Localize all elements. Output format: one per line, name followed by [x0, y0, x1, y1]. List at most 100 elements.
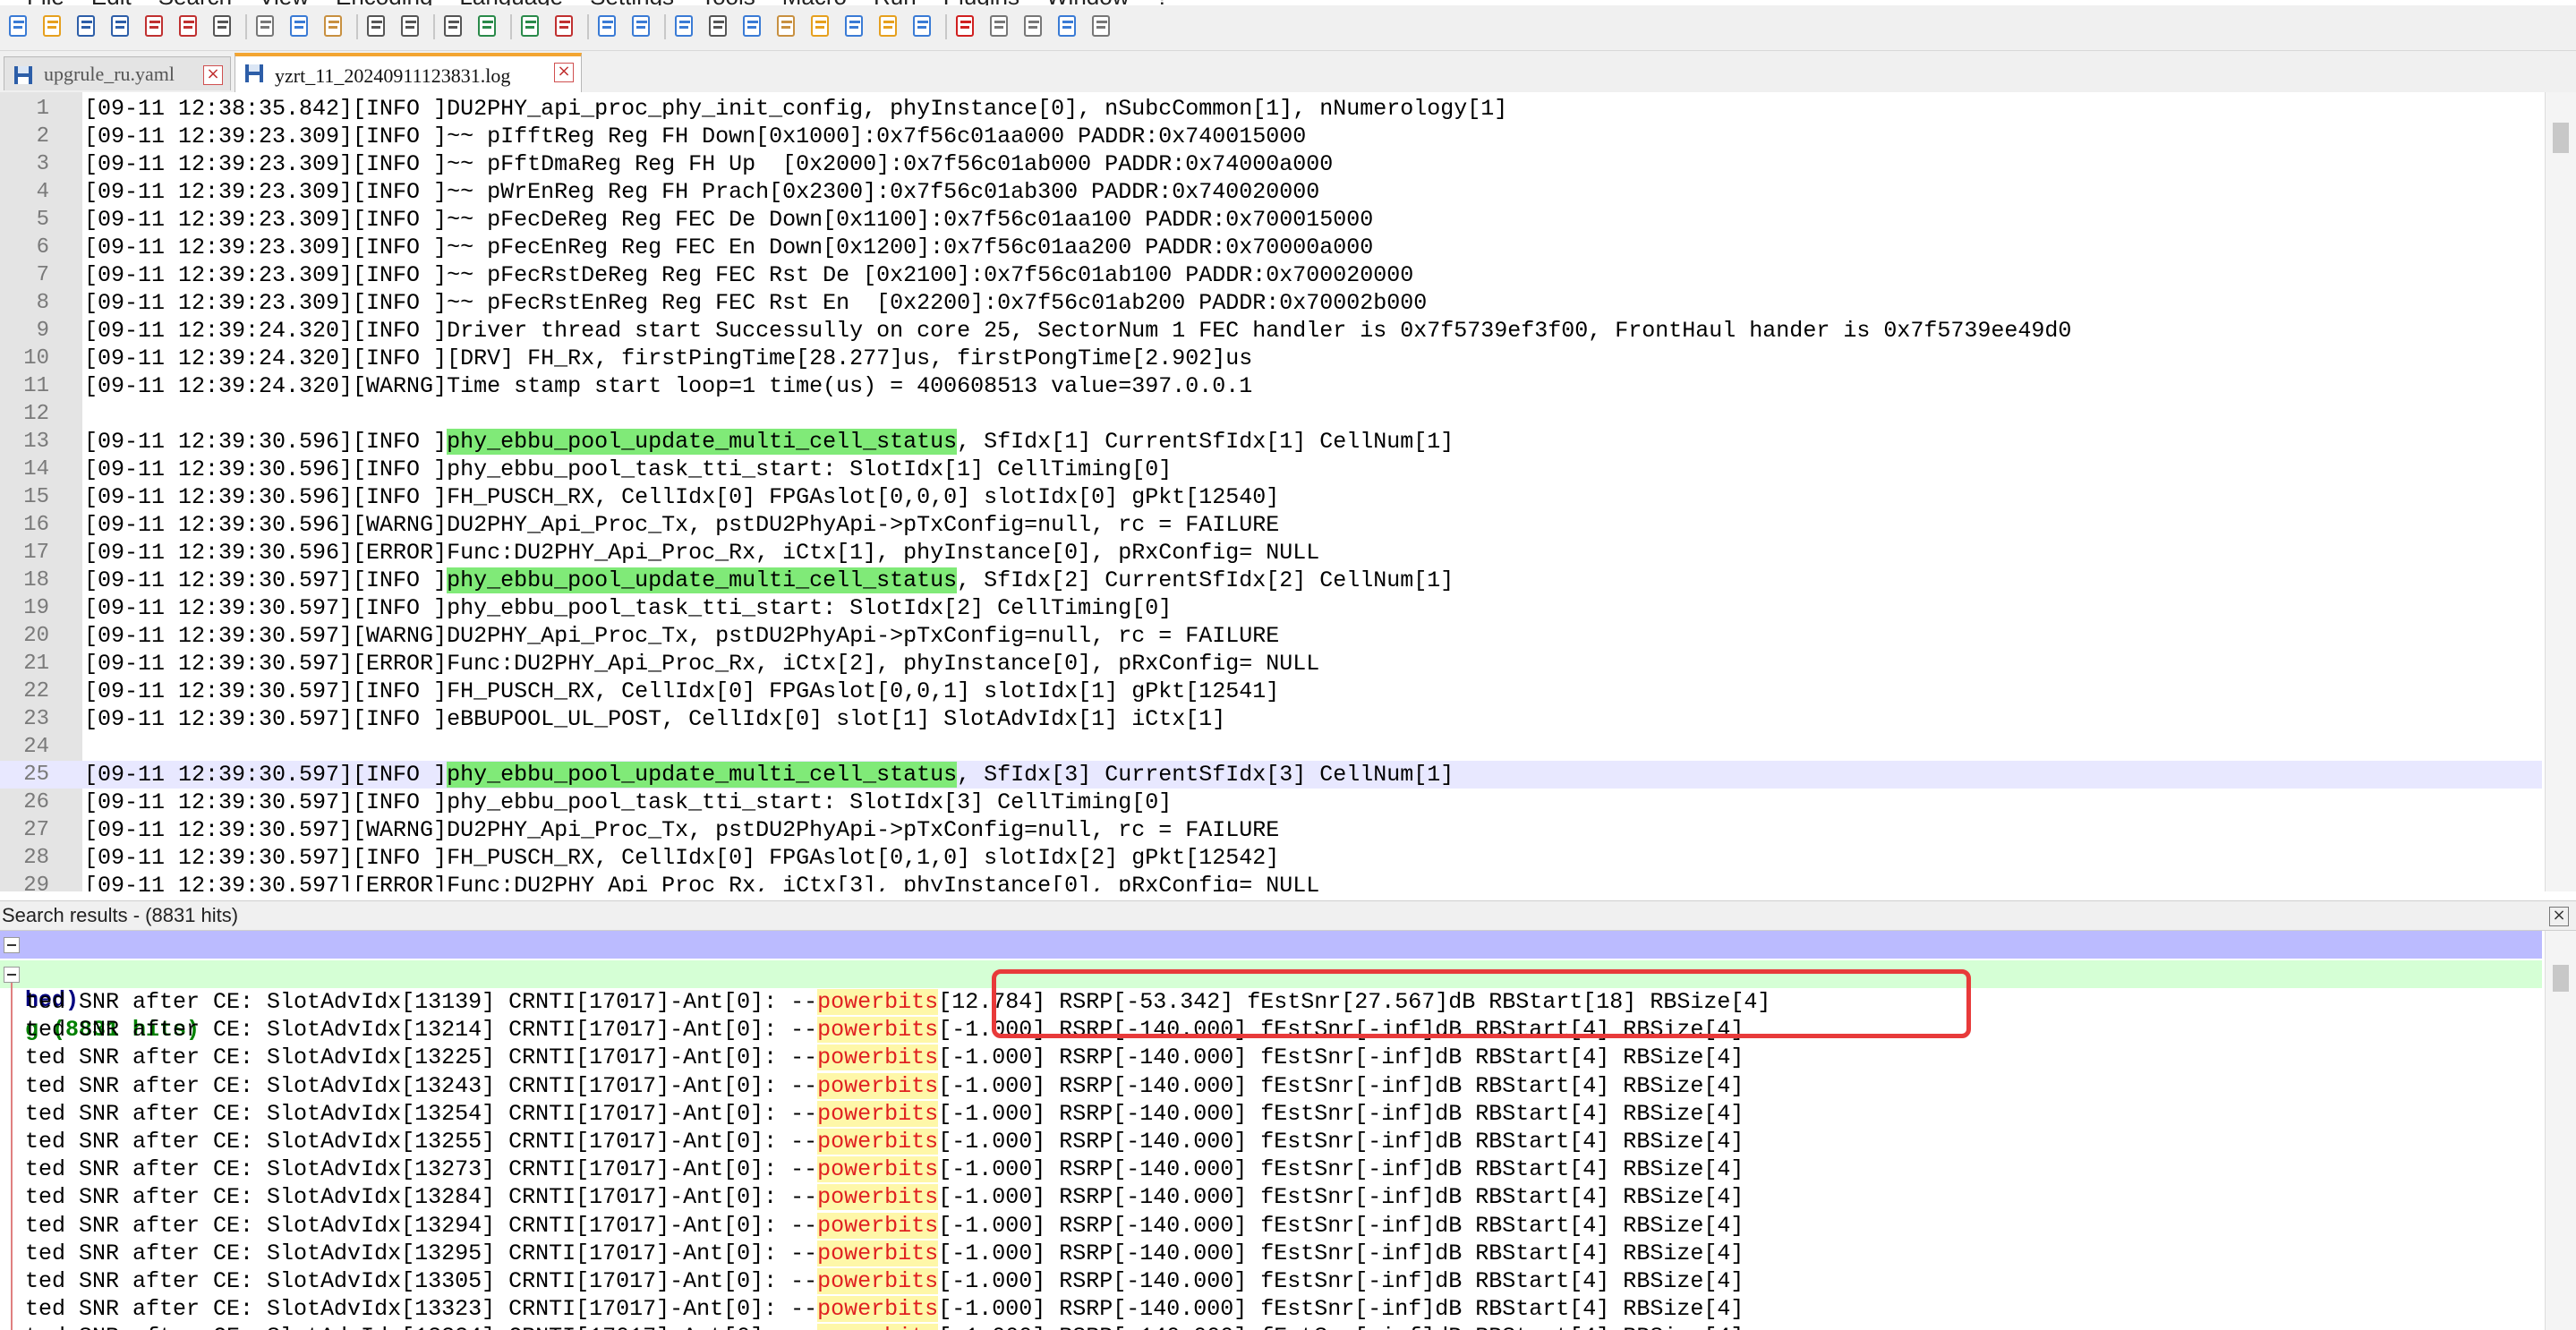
sync-vertical-icon[interactable]	[594, 13, 621, 39]
search-result-row[interactable]: ted SNR after CE: SlotAdvIdx[13305] CRNT…	[0, 1267, 2542, 1295]
doc-map-icon[interactable]	[807, 13, 834, 39]
tab-yzrt-log[interactable]: yzrt_11_20240911123831.log ×	[235, 53, 582, 92]
record-macro-icon[interactable]	[952, 13, 979, 39]
editor-line[interactable]: 11 [09-11 12:39:24.320][WARNG]Time stamp …	[0, 372, 2542, 400]
new-file-icon[interactable]	[5, 13, 32, 39]
save-macro-icon[interactable]	[1088, 13, 1115, 39]
editor-vertical-scrollbar[interactable]	[2545, 92, 2576, 891]
editor-line[interactable]: 20 [09-11 12:39:30.597][WARNG]DU2PHY_Api_…	[0, 622, 2542, 650]
search-result-row[interactable]: ted SNR after CE: SlotAdvIdx[13273] CRNT…	[0, 1155, 2542, 1183]
editor-line[interactable]: 6 [09-11 12:39:23.309][INFO ]~~ pFecEnReg…	[0, 234, 2542, 261]
menu-item[interactable]: Window	[1046, 0, 1129, 5]
search-result-row[interactable]: ted SNR after CE: SlotAdvIdx[13295] CRNT…	[0, 1240, 2542, 1267]
copy-icon[interactable]	[286, 13, 313, 39]
menu-item[interactable]: ?	[1156, 0, 1168, 5]
editor-line[interactable]: 25 [09-11 12:39:30.597][INFO ]phy_ebbu_po…	[0, 761, 2542, 789]
editor-line[interactable]: 17 [09-11 12:39:30.596][ERROR]Func:DU2PHY…	[0, 539, 2542, 567]
search-result-row[interactable]: ted SNR after CE: SlotAdvIdx[13323] CRNT…	[0, 1295, 2542, 1323]
editor-line[interactable]: 8 [09-11 12:39:23.309][INFO ]~~ pFecRstEn…	[0, 289, 2542, 317]
editor-line[interactable]: 15 [09-11 12:39:30.596][INFO ]FH_PUSCH_RX…	[0, 483, 2542, 511]
close-icon[interactable]	[141, 13, 168, 39]
monitoring-icon[interactable]	[909, 13, 936, 39]
close-icon[interactable]: ×	[203, 65, 223, 85]
close-all-icon[interactable]	[175, 13, 202, 39]
stop-macro-icon[interactable]	[986, 13, 1013, 39]
search-result-row[interactable]: ted SNR after CE: SlotAdvIdx[13225] CRNT…	[0, 1044, 2542, 1071]
editor-line[interactable]: 12	[0, 400, 2542, 428]
run-macro-multiple-icon[interactable]	[1054, 13, 1081, 39]
editor-line[interactable]: 19 [09-11 12:39:30.597][INFO ]phy_ebbu_po…	[0, 594, 2542, 622]
zoom-in-icon[interactable]	[517, 13, 544, 39]
open-file-icon[interactable]	[39, 13, 66, 39]
function-list-icon[interactable]	[841, 13, 868, 39]
paste-icon[interactable]	[320, 13, 347, 39]
word-wrap-icon[interactable]	[671, 13, 698, 39]
menu-item[interactable]: Search	[158, 0, 232, 5]
save-icon[interactable]	[73, 13, 100, 39]
editor-line[interactable]: 4 [09-11 12:39:23.309][INFO ]~~ pWrEnReg …	[0, 178, 2542, 206]
menu-item[interactable]: Macro	[782, 0, 847, 5]
editor-line[interactable]: 16 [09-11 12:39:30.596][WARNG]DU2PHY_Api_…	[0, 511, 2542, 539]
play-macro-icon[interactable]	[1020, 13, 1047, 39]
editor-line[interactable]: 24	[0, 733, 2542, 761]
editor-line[interactable]: 22 [09-11 12:39:30.597][INFO ]FH_PUSCH_RX…	[0, 678, 2542, 705]
editor-pane[interactable]: 1 [09-11 12:38:35.842][INFO ]DU2PHY_api_p…	[0, 92, 2576, 891]
editor-line[interactable]: 28 [09-11 12:39:30.597][INFO ]FH_PUSCH_RX…	[0, 844, 2542, 872]
redo-icon[interactable]	[397, 13, 424, 39]
results-vertical-scrollbar[interactable]	[2545, 931, 2576, 1330]
editor-line[interactable]: 23 [09-11 12:39:30.597][INFO ]eBBUPOOL_UL…	[0, 705, 2542, 733]
editor-line[interactable]: 26 [09-11 12:39:30.597][INFO ]phy_ebbu_po…	[0, 789, 2542, 816]
fold-minus-icon[interactable]	[4, 937, 20, 953]
editor-line[interactable]: 9 [09-11 12:39:24.320][INFO ]Driver threa…	[0, 317, 2542, 345]
undo-icon[interactable]	[363, 13, 390, 39]
editor-line[interactable]: 29 [09-11 12:39:30.597][ERROR]Func:DU2PHY…	[0, 872, 2542, 891]
menu-item[interactable]: Run	[874, 0, 917, 5]
close-icon[interactable]: ×	[554, 63, 574, 82]
search-result-row[interactable]: ted SNR after CE: SlotAdvIdx[13255] CRNT…	[0, 1128, 2542, 1155]
folder-workspace-icon[interactable]	[875, 13, 902, 39]
editor-line[interactable]: 10 [09-11 12:39:24.320][INFO ][DRV] FH_Rx…	[0, 345, 2542, 372]
menu-item[interactable]: Settings	[590, 0, 674, 5]
find-icon[interactable]	[440, 13, 467, 39]
editor-line[interactable]: 5 [09-11 12:39:23.309][INFO ]~~ pFecDeReg…	[0, 206, 2542, 234]
editor-line[interactable]: 1 [09-11 12:38:35.842][INFO ]DU2PHY_api_p…	[0, 95, 2542, 123]
search-result-row[interactable]: ted SNR after CE: SlotAdvIdx[13284] CRNT…	[0, 1183, 2542, 1211]
editor-line[interactable]: 3 [09-11 12:39:23.309][INFO ]~~ pFftDmaRe…	[0, 150, 2542, 178]
tab-upgrule-yaml[interactable]: upgrule_ru.yaml ×	[4, 56, 231, 90]
search-term-row[interactable]: hed)	[0, 931, 2542, 1013]
replace-icon[interactable]	[474, 13, 501, 39]
scrollbar-thumb[interactable]	[2553, 123, 2569, 153]
editor-line[interactable]: 13 [09-11 12:39:30.596][INFO ]phy_ebbu_po…	[0, 428, 2542, 456]
editor-line[interactable]: 14 [09-11 12:39:30.596][INFO ]phy_ebbu_po…	[0, 456, 2542, 483]
editor-line[interactable]: 7 [09-11 12:39:23.309][INFO ]~~ pFecRstDe…	[0, 261, 2542, 289]
zoom-out-icon[interactable]	[551, 13, 578, 39]
sync-horizontal-icon[interactable]	[628, 13, 655, 39]
menu-item[interactable]: Language	[459, 0, 563, 5]
file-hits-row[interactable]: g (8831 hits)	[0, 960, 2542, 1043]
search-result-row[interactable]: ted SNR after CE: SlotAdvIdx[13254] CRNT…	[0, 1100, 2542, 1128]
indent-guide-icon[interactable]	[739, 13, 766, 39]
menu-item[interactable]: Plugins	[943, 0, 1019, 5]
udl-icon[interactable]	[773, 13, 800, 39]
show-all-chars-icon[interactable]	[705, 13, 732, 39]
editor-line[interactable]: 21 [09-11 12:39:30.597][ERROR]Func:DU2PHY…	[0, 650, 2542, 678]
menu-item[interactable]: File	[27, 0, 64, 5]
editor-line[interactable]: 2 [09-11 12:39:23.309][INFO ]~~ pIfftReg …	[0, 123, 2542, 150]
search-result-row[interactable]: ted SNR after CE: SlotAdvIdx[13214] CRNT…	[0, 1016, 2542, 1044]
save-all-icon[interactable]	[107, 13, 134, 39]
fold-minus-icon[interactable]	[4, 967, 20, 983]
menu-item[interactable]: Edit	[91, 0, 132, 5]
search-result-row[interactable]: ted SNR after CE: SlotAdvIdx[13139] CRNT…	[0, 988, 2542, 1016]
search-results-pane[interactable]: hed) g (8831 hits) ted SNR after CE: Slo…	[0, 931, 2542, 1330]
menu-item[interactable]: View	[259, 0, 309, 5]
menu-item[interactable]: Tools	[701, 0, 755, 5]
search-result-row[interactable]: ted SNR after CE: SlotAdvIdx[13334] CRNT…	[0, 1323, 2542, 1330]
editor-line[interactable]: 27 [09-11 12:39:30.597][WARNG]DU2PHY_Api_…	[0, 816, 2542, 844]
print-icon[interactable]	[209, 13, 236, 39]
search-result-row[interactable]: ted SNR after CE: SlotAdvIdx[13243] CRNT…	[0, 1072, 2542, 1100]
cut-icon[interactable]	[252, 13, 279, 39]
menu-item[interactable]: Encoding	[336, 0, 432, 5]
close-icon[interactable]: ×	[2549, 907, 2569, 926]
search-result-row[interactable]: ted SNR after CE: SlotAdvIdx[13294] CRNT…	[0, 1212, 2542, 1240]
editor-line[interactable]: 18 [09-11 12:39:30.597][INFO ]phy_ebbu_po…	[0, 567, 2542, 594]
